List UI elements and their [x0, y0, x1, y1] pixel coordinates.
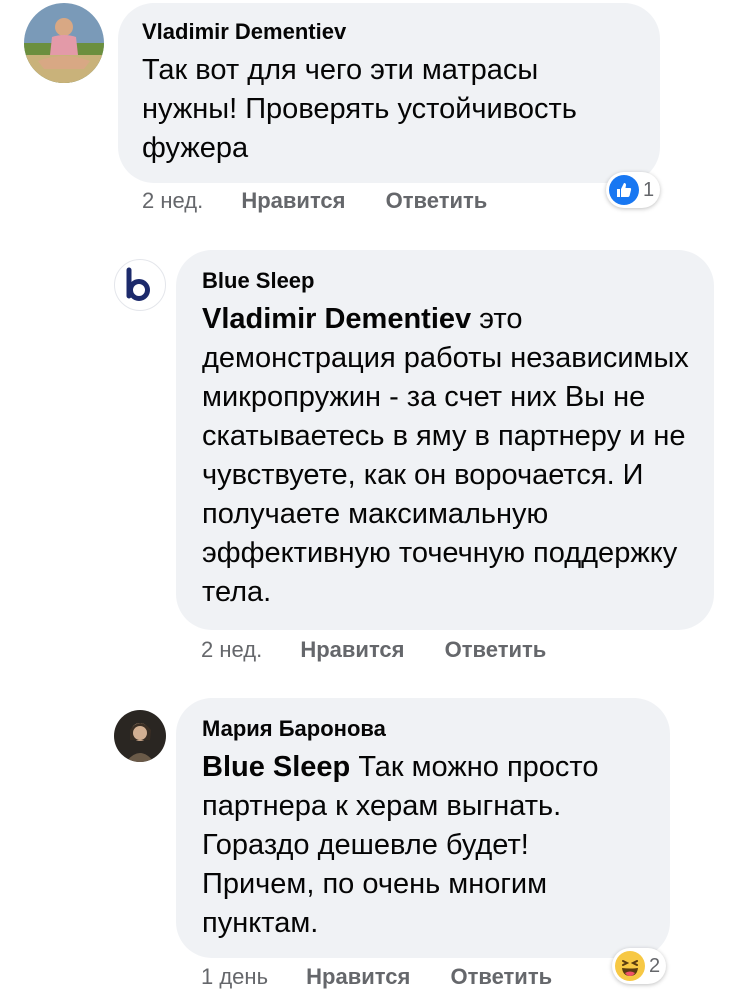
reaction-summary-1[interactable]: 1 [606, 172, 661, 208]
comment-time[interactable]: 1 день [201, 964, 268, 990]
comment-author[interactable]: Мария Баронова [202, 716, 646, 742]
like-button[interactable]: Нравится [241, 188, 345, 214]
reply-button[interactable]: Ответить [386, 188, 488, 214]
mention-link[interactable]: Vladimir Dementiev [202, 303, 471, 335]
reaction-count: 1 [643, 178, 655, 201]
comment-meta-3: 1 день Нравится Ответить [201, 964, 552, 990]
comment-text: Blue Sleep Так можно просто партнера к х… [202, 748, 646, 943]
like-button[interactable]: Нравится [300, 637, 404, 663]
like-icon [609, 175, 639, 205]
avatar-vladimir[interactable] [24, 3, 104, 83]
comment-meta-2: 2 нед. Нравится Ответить [201, 637, 546, 663]
reaction-count: 2 [649, 954, 661, 977]
comment-author[interactable]: Blue Sleep [202, 268, 690, 294]
avatar-blue-sleep[interactable] [114, 259, 166, 311]
comment-body: это демонстрация работы независимых микр… [202, 303, 689, 608]
haha-icon [615, 951, 645, 981]
comment-time[interactable]: 2 нед. [142, 188, 203, 214]
reply-button[interactable]: Ответить [450, 964, 552, 990]
comment-bubble-3: Мария Баронова Blue Sleep Так можно прос… [176, 698, 670, 958]
comment-text: Vladimir Dementiev это демонстрация рабо… [202, 300, 690, 612]
comment-author[interactable]: Vladimir Dementiev [142, 19, 636, 45]
reply-button[interactable]: Ответить [445, 637, 547, 663]
avatar-maria[interactable] [114, 710, 166, 762]
mention-link[interactable]: Blue Sleep [202, 751, 350, 783]
comment-text: Так вот для чего эти матрасы нужны! Пров… [142, 54, 577, 164]
reaction-summary-3[interactable]: 2 [612, 948, 667, 984]
comment-meta-1: 2 нед. Нравится Ответить [142, 188, 487, 214]
avatar-photo [114, 710, 166, 762]
blue-sleep-logo-icon [126, 267, 150, 301]
comment-bubble-1: Vladimir Dementiev Так вот для чего эти … [118, 3, 660, 183]
avatar-photo [24, 3, 104, 83]
comment-bubble-2: Blue Sleep Vladimir Dementiev это демонс… [176, 250, 714, 630]
like-button[interactable]: Нравится [306, 964, 410, 990]
comment-time[interactable]: 2 нед. [201, 637, 262, 663]
